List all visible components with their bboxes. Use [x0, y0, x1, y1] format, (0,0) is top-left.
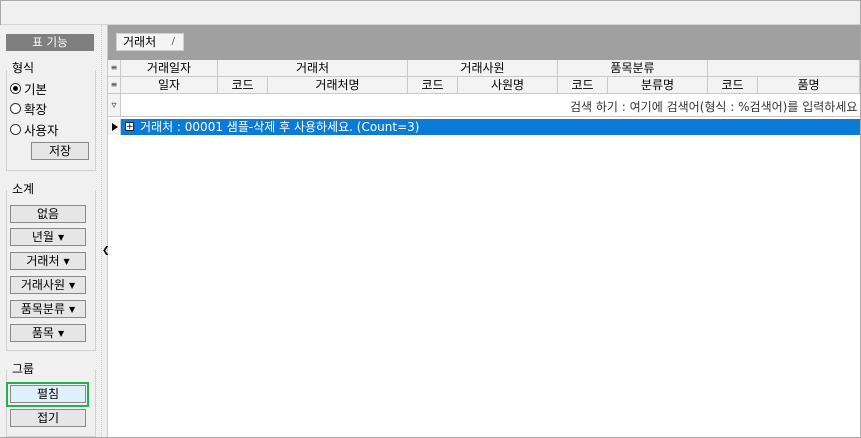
col-group-itemcategory[interactable]: 품목분류: [558, 60, 708, 77]
radio-label: 기본: [24, 81, 48, 97]
radio-extended[interactable]: 확장: [10, 99, 47, 117]
panel-splitter[interactable]: ❮: [101, 25, 110, 437]
top-toolbar: [1, 1, 860, 25]
col-group-customer[interactable]: 거래처: [218, 60, 408, 77]
data-grid: 거래처 / ≡ 거래일자 거래처 거래사원 품목분류 ≡ 일자 코드 거래처명 …: [108, 25, 860, 437]
button-label: 품목: [31, 326, 54, 340]
group-row-text: 거래처 : 00001 샘플-삭제 후 사용하세요. (Count=3): [140, 120, 420, 134]
dropdown-arrow-icon: ▼: [57, 329, 65, 338]
subtotal-itemcategory-button[interactable]: 품목분류 ▼: [10, 300, 86, 318]
subtotal-customer-button[interactable]: 거래처 ▼: [10, 252, 86, 270]
tab-sort-icon[interactable]: /: [172, 34, 175, 50]
subtotal-group-label: 소계: [12, 182, 35, 196]
row-indicator-header: ≡: [108, 77, 121, 94]
tab-customer[interactable]: 거래처 /: [116, 33, 184, 51]
dropdown-arrow-icon: ▼: [57, 233, 65, 242]
group-by-bar: 거래처 /: [108, 25, 860, 60]
search-row[interactable]: 검색 하기 : 여기에 검색어(형식 : %검색어)를 입력하세요: [121, 95, 860, 117]
col-category-code[interactable]: 코드: [558, 77, 608, 94]
expand-plus-icon[interactable]: +: [125, 122, 134, 132]
col-category-name[interactable]: 분류명: [608, 77, 708, 94]
col-date[interactable]: 일자: [121, 77, 218, 94]
button-label: 거래처: [26, 254, 60, 268]
col-customer-code[interactable]: 코드: [218, 77, 268, 94]
tab-label: 거래처: [123, 35, 157, 49]
button-label: 거래사원: [20, 278, 65, 292]
col-customer-name[interactable]: 거래처명: [268, 77, 408, 94]
dropdown-arrow-icon: ▼: [69, 281, 76, 290]
button-label: 없음: [36, 207, 60, 221]
col-employee-code[interactable]: 코드: [408, 77, 458, 94]
current-row-indicator: [108, 119, 121, 135]
format-group-label: 형식: [12, 61, 35, 75]
radio-icon: [10, 102, 21, 114]
button-label: 년월: [31, 230, 54, 244]
radio-user[interactable]: 사용자: [10, 120, 59, 138]
filter-row-indicator: ▿: [108, 94, 121, 117]
subtotal-yearmonth-button[interactable]: 년월 ▼: [10, 228, 86, 246]
radio-basic[interactable]: 기본: [10, 79, 47, 97]
table-function-panel: 표 기능 형식 기본 확장 사용자 저장 소계 없음 년월 ▼ 거래처 ▼ 거래사원…: [0, 25, 101, 437]
expand-button-highlight: [6, 382, 89, 407]
dropdown-arrow-icon: ▼: [69, 305, 76, 314]
col-employee-name[interactable]: 사원명: [458, 77, 558, 94]
dropdown-arrow-icon: ▼: [63, 257, 70, 266]
radio-label: 확장: [24, 101, 48, 117]
subtotal-item-button[interactable]: 품목 ▼: [10, 324, 86, 342]
col-group-item[interactable]: [708, 60, 860, 77]
col-group-date[interactable]: 거래일자: [121, 60, 218, 77]
group-group-label: 그룹: [12, 362, 35, 376]
save-button[interactable]: 저장: [31, 142, 89, 160]
subtotal-employee-button[interactable]: 거래사원 ▼: [10, 276, 86, 294]
col-group-employee[interactable]: 거래사원: [408, 60, 558, 77]
row-indicator-header: ≡: [108, 60, 121, 77]
search-hint: 검색 하기 : 여기에 검색어(형식 : %검색어)를 입력하세요: [570, 100, 858, 114]
subtotal-none-button[interactable]: 없음: [10, 205, 86, 223]
radio-icon: [10, 82, 21, 94]
panel-title: 표 기능: [6, 34, 94, 51]
button-label: 품목분류: [20, 302, 65, 316]
collapse-button[interactable]: 접기: [10, 409, 86, 427]
radio-label: 사용자: [24, 122, 59, 138]
col-item-code[interactable]: 코드: [708, 77, 758, 94]
group-row[interactable]: + 거래처 : 00001 샘플-삭제 후 사용하세요. (Count=3): [121, 119, 860, 135]
col-item-name[interactable]: 품명: [758, 77, 860, 94]
radio-icon: [10, 123, 21, 135]
